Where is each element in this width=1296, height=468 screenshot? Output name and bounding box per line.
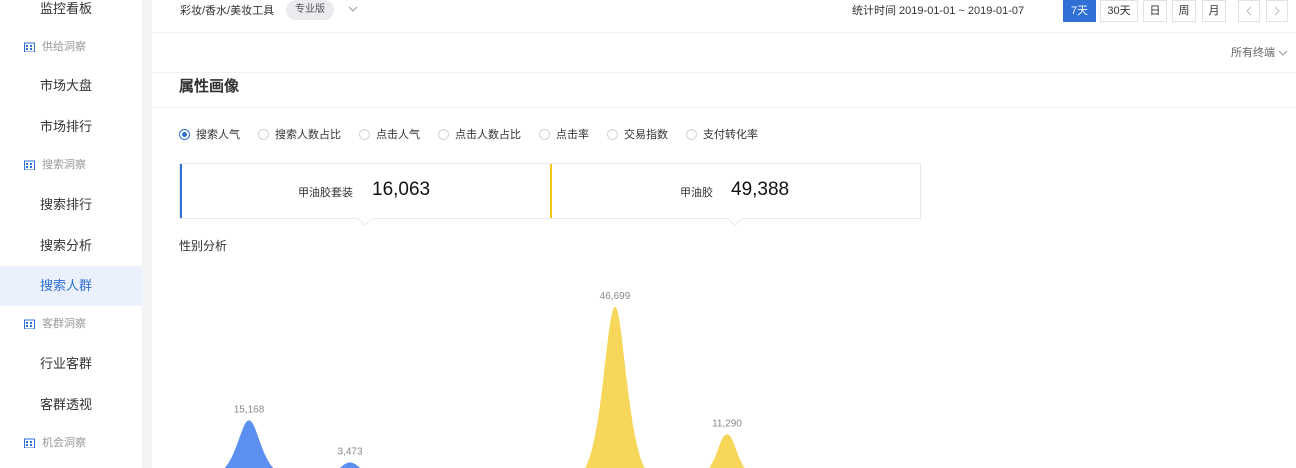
sidebar: 监控看板 供给洞察 市场大盘 市场排行 搜索洞察 搜索排行 搜索分析 搜索人群 … xyxy=(0,0,142,468)
area-peak[interactable] xyxy=(320,462,380,468)
date-range-label: 统计时间 2019-01-01 ~ 2019-01-07 xyxy=(852,5,1025,17)
metric-radio-label: 交易指数 xyxy=(624,129,668,141)
period-week-button[interactable]: 周 xyxy=(1172,0,1196,22)
metric-radio-label: 支付转化率 xyxy=(703,129,758,141)
compare-item-value: 49,388 xyxy=(731,179,790,200)
card-divider xyxy=(152,107,1296,108)
metric-radio-label: 搜索人气 xyxy=(196,129,240,141)
main-content: 彩妆/香水/美妆工具 专业版 统计时间 2019-01-01 ~ 2019-01… xyxy=(152,0,1296,468)
radio-dot xyxy=(438,129,449,140)
metric-radio-click-share[interactable]: 点击人数占比 xyxy=(438,128,521,142)
sidebar-group-label: 供给洞察 xyxy=(42,41,86,53)
terminal-select-label: 所有终端 xyxy=(1231,47,1275,59)
sidebar-item-industry-customers[interactable]: 行业客群 xyxy=(0,344,142,384)
sidebar-item-monitor[interactable]: 监控看板 xyxy=(0,0,142,29)
area-peak[interactable] xyxy=(211,420,287,468)
period-month-button[interactable]: 月 xyxy=(1202,0,1226,22)
radio-dot xyxy=(258,129,269,140)
metric-radio-label: 点击人气 xyxy=(376,129,420,141)
building-icon xyxy=(24,438,35,448)
compare-item-label: 甲油胶 xyxy=(680,187,713,199)
sidebar-group-search: 搜索洞察 xyxy=(0,156,142,174)
area-peak[interactable] xyxy=(697,434,757,468)
radio-dot xyxy=(359,129,370,140)
period-30-days-button[interactable]: 30天 xyxy=(1100,0,1138,22)
sidebar-item-market-ranking[interactable]: 市场排行 xyxy=(0,107,142,147)
compare-item-1[interactable]: 甲油胶套装 16,063 xyxy=(180,164,550,226)
chevron-down-icon[interactable] xyxy=(348,4,358,14)
pointer-caret xyxy=(727,218,743,226)
app-window: 监控看板 供给洞察 市场大盘 市场排行 搜索洞察 搜索排行 搜索分析 搜索人群 … xyxy=(0,0,1296,468)
metric-radio-click-popularity[interactable]: 点击人气 xyxy=(359,128,420,142)
pointer-caret xyxy=(357,218,373,226)
metric-radio-conversion-rate[interactable]: 支付转化率 xyxy=(686,128,758,142)
building-icon xyxy=(24,319,35,329)
compare-item-label: 甲油胶套装 xyxy=(298,187,353,199)
period-7-days-button[interactable]: 7天 xyxy=(1063,0,1096,22)
edition-badge[interactable]: 专业版 xyxy=(286,0,334,20)
chevron-left-icon xyxy=(1246,6,1252,16)
sidebar-item-search-analysis[interactable]: 搜索分析 xyxy=(0,226,142,266)
period-day-button[interactable]: 日 xyxy=(1143,0,1167,22)
data-label: 11,290 xyxy=(712,418,742,429)
sidebar-group-supply: 供给洞察 xyxy=(0,38,142,56)
radio-dot xyxy=(539,129,550,140)
sidebar-group-label: 客群洞察 xyxy=(42,318,86,330)
metric-radio-search-popularity[interactable]: 搜索人气 xyxy=(179,128,240,142)
sidebar-group-label: 搜索洞察 xyxy=(42,159,86,171)
series-color-bar xyxy=(550,164,552,218)
comparison-panel: 甲油胶套装 16,063 甲油胶 49,388 xyxy=(179,163,921,226)
radio-dot xyxy=(607,129,618,140)
building-icon xyxy=(24,160,35,170)
terminal-select[interactable]: 所有终端 xyxy=(1231,44,1288,60)
radio-dot xyxy=(179,129,190,140)
metric-radio-click-rate[interactable]: 点击率 xyxy=(539,128,589,142)
metric-radio-label: 搜索人数占比 xyxy=(275,129,341,141)
sidebar-group-customer: 客群洞察 xyxy=(0,315,142,333)
top-bar: 彩妆/香水/美妆工具 专业版 统计时间 2019-01-01 ~ 2019-01… xyxy=(152,0,1296,33)
data-label: 46,699 xyxy=(600,291,631,302)
chevron-down-icon xyxy=(1278,50,1288,56)
metric-radio-trade-index[interactable]: 交易指数 xyxy=(607,128,668,142)
card-title: 属性画像 xyxy=(179,78,240,95)
sidebar-group-label: 机会洞察 xyxy=(42,437,86,449)
radio-dot xyxy=(686,129,697,140)
sidebar-item-search-ranking[interactable]: 搜索排行 xyxy=(0,185,142,225)
sidebar-item-customer-insight[interactable]: 客群透视 xyxy=(0,385,142,425)
area-peak[interactable] xyxy=(577,306,653,468)
chevron-right-icon xyxy=(1274,6,1280,16)
series-color-bar xyxy=(180,164,182,218)
compare-item-value: 16,063 xyxy=(372,179,431,200)
data-label: 15,168 xyxy=(234,404,265,415)
metric-radio-label: 点击率 xyxy=(556,129,589,141)
metric-radio-search-share[interactable]: 搜索人数占比 xyxy=(258,128,341,142)
sidebar-item-market-overview[interactable]: 市场大盘 xyxy=(0,66,142,106)
attribute-profile-card: 属性画像 搜索人气 搜索人数占比 点击人气 点击人数占比 点击率 交易指数 支付… xyxy=(152,72,1296,468)
next-period-button[interactable] xyxy=(1266,0,1288,22)
sidebar-group-opportunity: 机会洞察 xyxy=(0,434,142,452)
building-icon xyxy=(24,42,35,52)
category-breadcrumb[interactable]: 彩妆/香水/美妆工具 xyxy=(180,3,274,19)
sidebar-item-search-audience[interactable]: 搜索人群 xyxy=(0,266,142,306)
gender-analysis-title: 性别分析 xyxy=(179,239,228,253)
previous-period-button[interactable] xyxy=(1238,0,1260,22)
gender-distribution-chart: 15,168 3,473 46,699 11,290 xyxy=(211,291,757,468)
metric-radio-label: 点击人数占比 xyxy=(455,129,521,141)
compare-item-2[interactable]: 甲油胶 49,388 xyxy=(550,164,920,226)
data-label: 3,473 xyxy=(337,446,362,457)
